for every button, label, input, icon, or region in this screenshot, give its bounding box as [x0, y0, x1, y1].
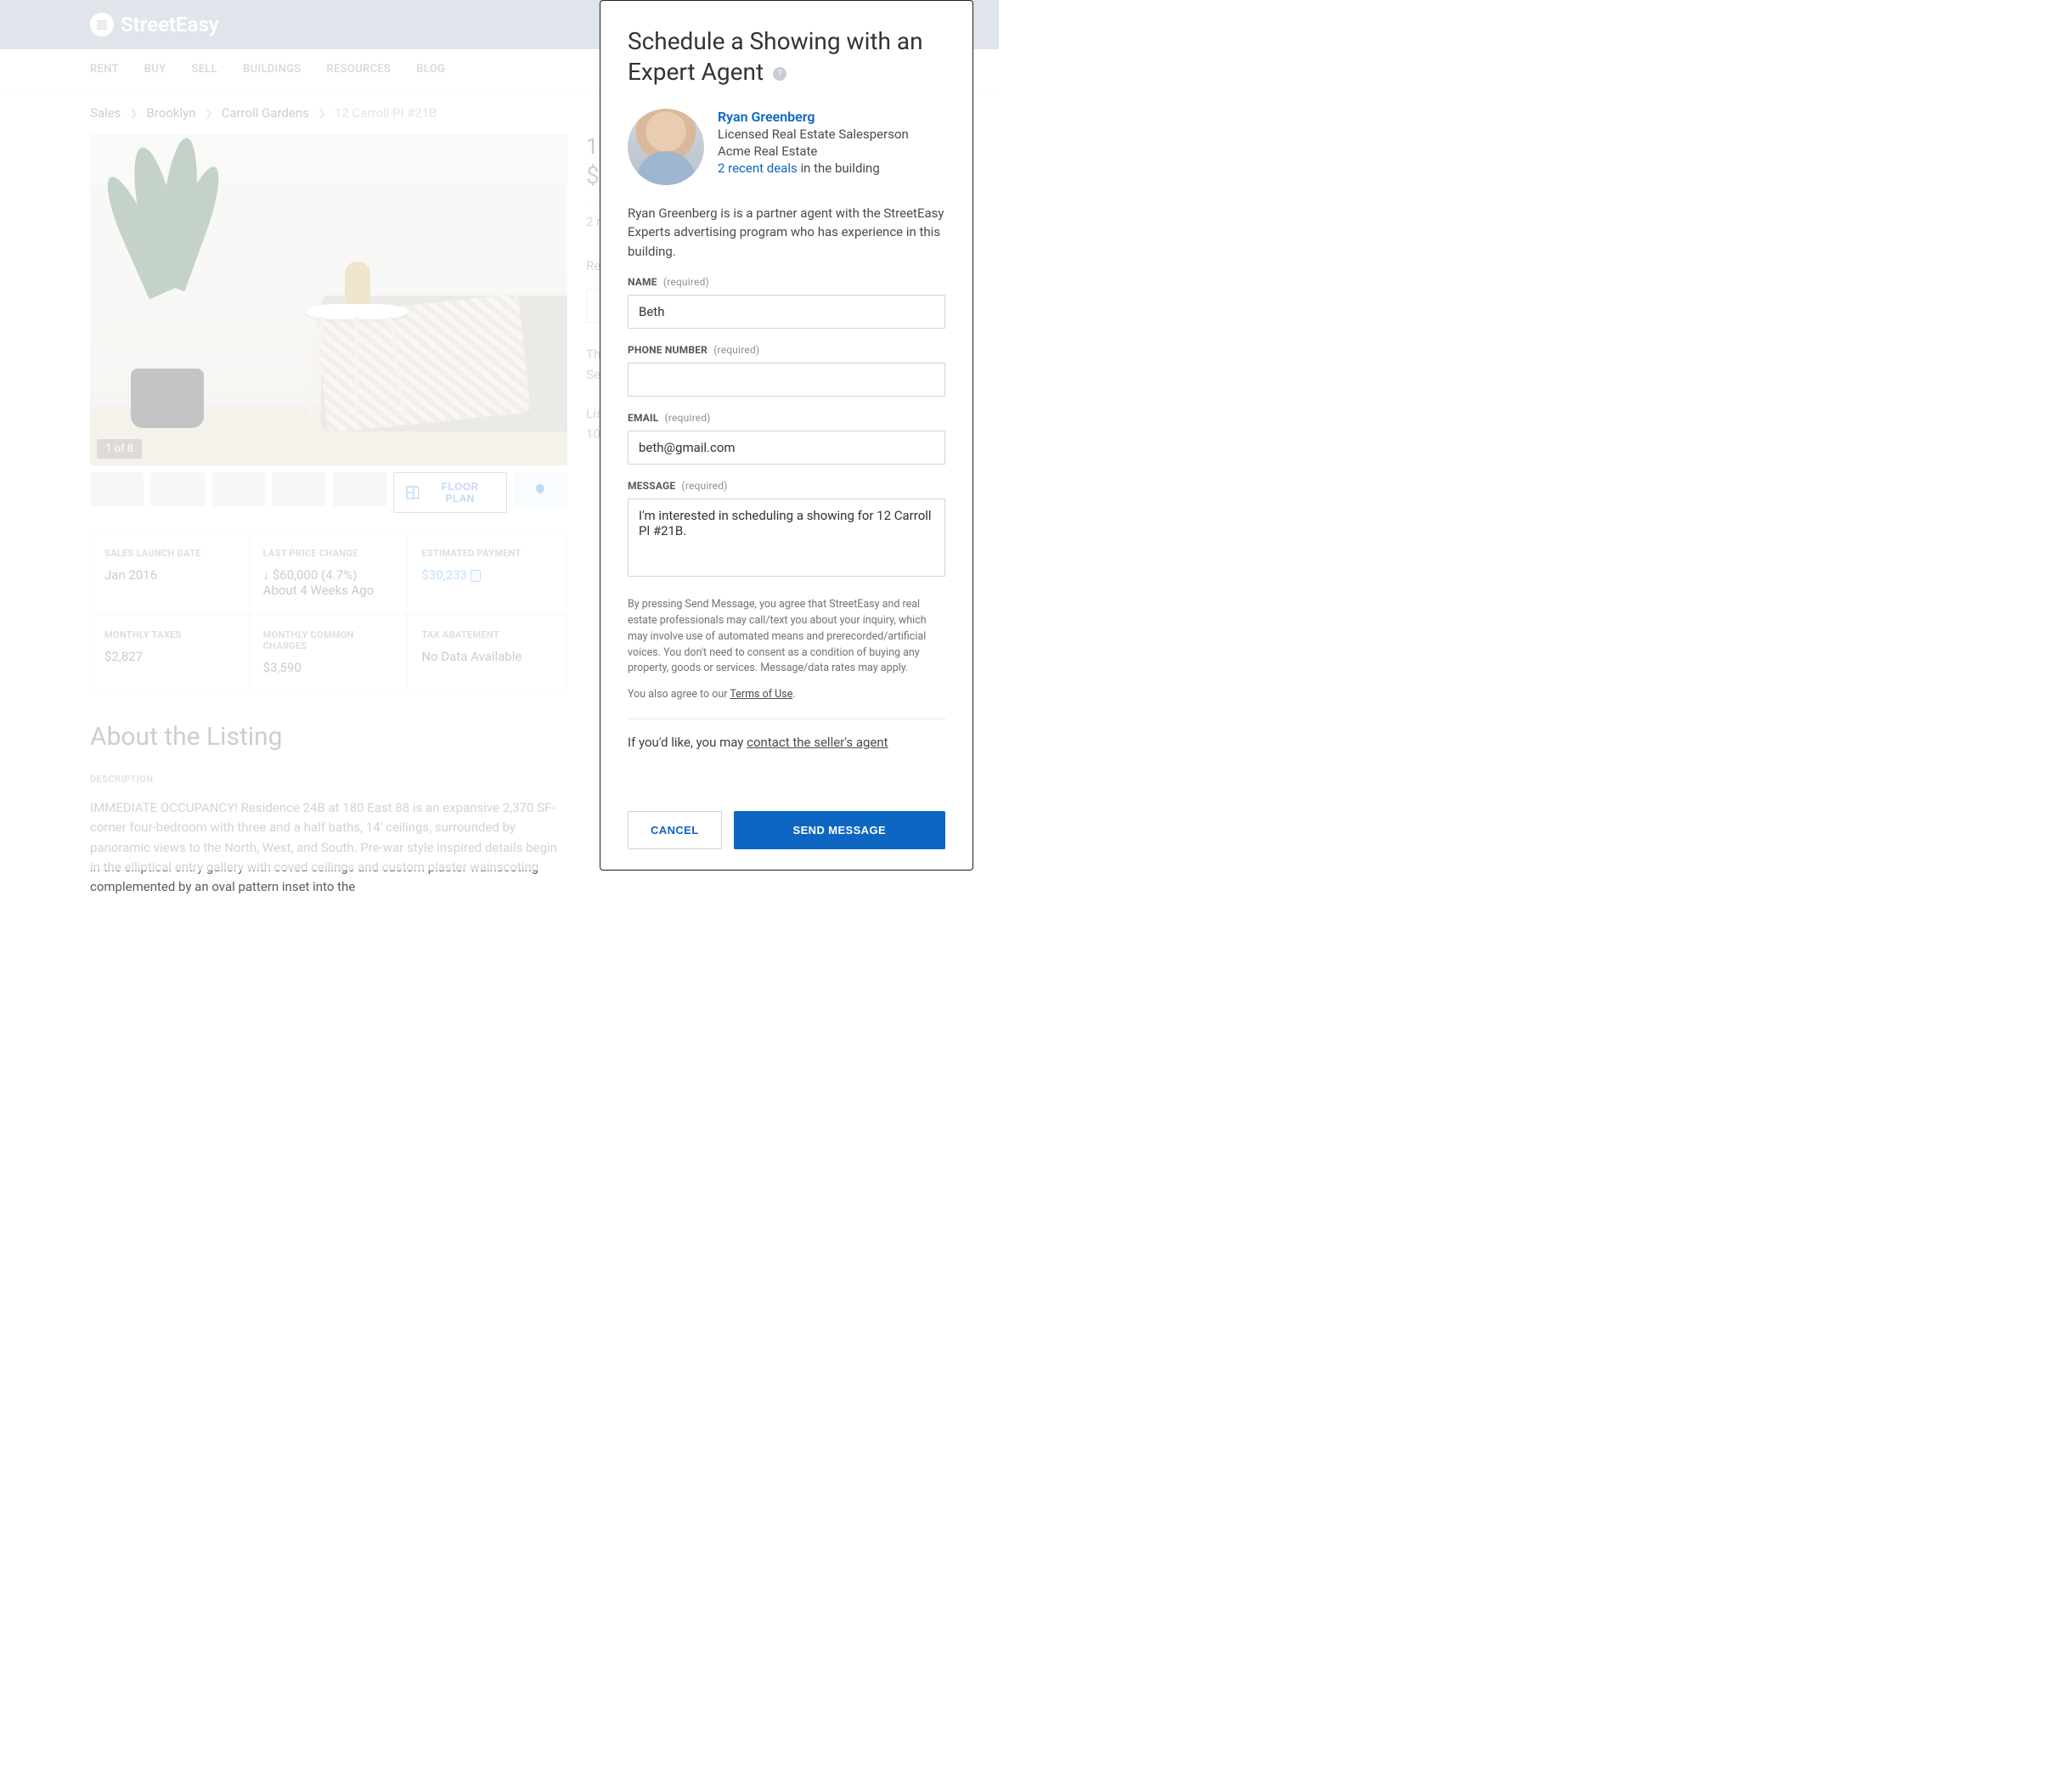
kpi-head: MONTHLY COMMON CHARGES: [263, 629, 394, 651]
chevron-right-icon: ❯: [318, 107, 326, 119]
crumb-neighborhood[interactable]: Carroll Gardens: [222, 105, 309, 121]
kpi-cell: ESTIMATED PAYMENT $30,233: [408, 534, 567, 616]
phone-input[interactable]: [628, 363, 945, 397]
nav-resources[interactable]: RESOURCES: [326, 63, 391, 76]
thumb[interactable]: [90, 472, 144, 506]
kpi-grid: SALES LAUNCH DATE Jan 2016 LAST PRICE CHA…: [90, 533, 567, 693]
kpi-value: $3,590: [263, 660, 394, 675]
crumb-brooklyn[interactable]: Brooklyn: [146, 105, 195, 121]
brand-logo[interactable]: ▥ StreetEasy: [90, 13, 219, 37]
kpi-value: No Data Available: [421, 649, 553, 664]
message-textarea[interactable]: [628, 499, 945, 577]
floorplan-label: FLOOR PLAN: [426, 481, 494, 504]
panel-footer: CANCEL SEND MESSAGE: [600, 796, 972, 870]
agent-deals: 2 recent deals in the building: [718, 161, 909, 176]
description-text: IMMEDIATE OCCUPANCY! Residence 24B at 18…: [90, 798, 567, 897]
about-heading: About the Listing: [90, 722, 567, 752]
email-label: EMAIL (required): [628, 412, 945, 424]
kpi-cell: LAST PRICE CHANGE ↓ $60,000 (4.7%) About …: [250, 534, 409, 616]
kpi-head: SALES LAUNCH DATE: [104, 548, 235, 559]
agent-avatar: [628, 109, 704, 185]
kpi-head: TAX ABATEMENT: [421, 629, 553, 640]
agent-role: Licensed Real Estate Salesperson: [718, 127, 909, 142]
map-thumb[interactable]: [514, 472, 567, 506]
crumb-sales[interactable]: Sales: [90, 105, 121, 121]
kpi-cell: MONTHLY COMMON CHARGES $3,590: [250, 616, 409, 692]
message-label: MESSAGE (required): [628, 480, 945, 492]
nav-rent[interactable]: RENT: [90, 63, 119, 76]
contact-seller-agent-link[interactable]: contact the seller's agent: [747, 735, 888, 750]
deals-suffix: in the building: [798, 161, 880, 176]
hero-image[interactable]: 1 of 8: [90, 134, 567, 465]
nav-sell[interactable]: SELL: [191, 63, 217, 76]
tos-link[interactable]: Terms of Use: [730, 688, 792, 701]
kpi-head: MONTHLY TAXES: [104, 629, 235, 640]
alt-contact: If you'd like, you may contact the selle…: [628, 735, 945, 750]
tos-prefix: You also agree to our: [628, 688, 730, 701]
kpi-value-link[interactable]: $30,233: [421, 567, 553, 583]
agent-block: Ryan Greenberg Licensed Real Estate Sale…: [628, 109, 945, 185]
name-input[interactable]: [628, 295, 945, 329]
help-icon[interactable]: ?: [773, 67, 786, 81]
nav-blog[interactable]: BLOG: [416, 63, 445, 76]
crumb-current: 12 Carroll Pl #21B: [335, 105, 437, 121]
kpi-head: LAST PRICE CHANGE: [263, 548, 394, 559]
panel-description: Ryan Greenberg is is a partner agent wit…: [628, 204, 945, 262]
kpi-value: Jan 2016: [104, 567, 235, 583]
thumb[interactable]: [150, 472, 204, 506]
agent-name[interactable]: Ryan Greenberg: [718, 109, 909, 125]
thumb[interactable]: [333, 472, 386, 506]
panel-title: Schedule a Showing with an Expert Agent …: [628, 26, 945, 88]
floorplan-button[interactable]: FLOOR PLAN: [393, 472, 506, 513]
thumb[interactable]: [272, 472, 325, 506]
nav-buy[interactable]: BUY: [144, 63, 166, 76]
floorplan-icon: [406, 486, 420, 499]
brand-name: StreetEasy: [121, 13, 219, 37]
agent-company: Acme Real Estate: [718, 144, 909, 159]
kpi-cell: MONTHLY TAXES $2,827: [91, 616, 250, 692]
kpi-cell: SALES LAUNCH DATE Jan 2016: [91, 534, 250, 616]
phone-label: PHONE NUMBER (required): [628, 344, 945, 356]
thumbnail-row: FLOOR PLAN: [90, 472, 567, 513]
kpi-head: ESTIMATED PAYMENT: [421, 548, 553, 559]
deals-link[interactable]: 2 recent deals: [718, 161, 798, 176]
cancel-button[interactable]: CANCEL: [628, 811, 722, 849]
kpi-cell: TAX ABATEMENT No Data Available: [408, 616, 567, 692]
send-message-button[interactable]: SEND MESSAGE: [734, 811, 945, 849]
schedule-showing-panel: Schedule a Showing with an Expert Agent …: [600, 0, 973, 871]
email-input[interactable]: [628, 431, 945, 465]
chevron-right-icon: ❯: [205, 107, 213, 119]
tos-line: You also agree to our Terms of Use.: [628, 687, 945, 703]
legal-text: By pressing Send Message, you agree that…: [628, 597, 945, 677]
calculator-icon: [471, 570, 481, 582]
chevron-right-icon: ❯: [129, 107, 138, 119]
building-icon: ▥: [90, 13, 114, 37]
thumb[interactable]: [211, 472, 265, 506]
kpi-value: $2,827: [104, 649, 235, 664]
nav-buildings[interactable]: BUILDINGS: [243, 63, 301, 76]
image-counter: 1 of 8: [97, 439, 142, 459]
kpi-value-text: $30,233: [421, 567, 467, 583]
kpi-value: ↓ $60,000 (4.7%) About 4 Weeks Ago: [263, 567, 394, 598]
alt-prefix: If you'd like, you may: [628, 735, 747, 750]
name-label: NAME (required): [628, 276, 945, 288]
description-label: DESCRIPTION: [90, 774, 567, 785]
